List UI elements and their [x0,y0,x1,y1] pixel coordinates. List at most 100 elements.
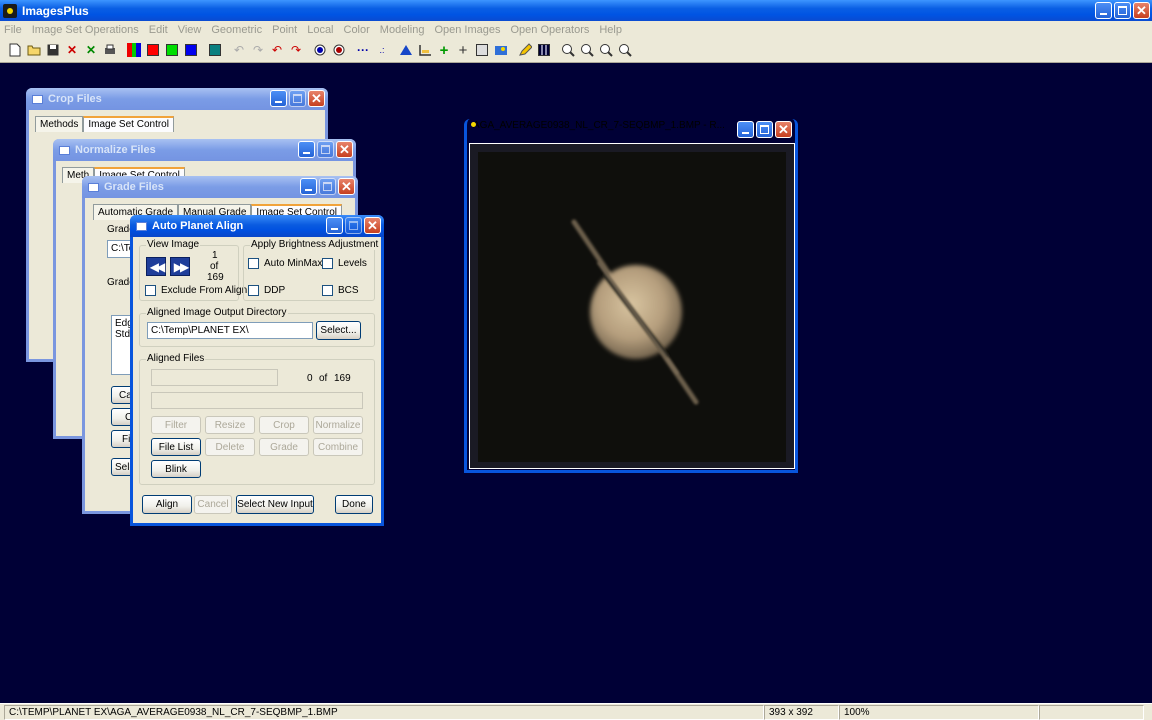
ruler-icon[interactable] [416,41,434,59]
close-button[interactable]: ✕ [338,178,355,195]
cancel-button[interactable]: Cancel [194,495,232,514]
green-channel-icon[interactable] [163,41,181,59]
image-total: 169 [207,272,224,283]
saturn-image [571,219,699,405]
undo-all-icon[interactable]: ↶ [268,41,286,59]
ddp-checkbox[interactable]: DDP [248,285,285,296]
checkbox-box[interactable] [322,258,333,269]
open-folder-icon[interactable] [25,41,43,59]
ellipse-select-icon[interactable] [330,41,348,59]
levels-checkbox[interactable]: Levels [322,258,367,269]
menu-view[interactable]: View [173,24,207,36]
menu-local[interactable]: Local [302,24,338,36]
crosshair-icon[interactable]: + [454,41,472,59]
checkbox-box[interactable] [248,258,259,269]
grade-button[interactable]: Grade [259,438,309,456]
red-channel-icon[interactable] [144,41,162,59]
close-button[interactable]: ✕ [336,141,353,158]
menu-edit[interactable]: Edit [144,24,173,36]
combine-button[interactable]: Combine [313,438,363,456]
menu-help[interactable]: Help [594,24,627,36]
print-icon[interactable] [101,41,119,59]
grid-tool-icon[interactable] [206,41,224,59]
circle-select-icon[interactable] [311,41,329,59]
pencil-icon[interactable] [516,41,534,59]
close-button[interactable]: ✕ [775,121,792,138]
minimize-button[interactable] [1095,2,1112,19]
line-tool-icon[interactable]: ··· [354,41,372,59]
aligned-of-label: of [319,373,328,384]
exclude-from-align-checkbox[interactable]: Exclude From Align [145,285,247,296]
next-image-button[interactable]: ▶▶ [170,257,190,276]
minimize-button[interactable] [737,121,754,138]
done-button[interactable]: Done [335,495,373,514]
menu-open-images[interactable]: Open Images [429,24,505,36]
auto-planet-align-title-bar[interactable]: Auto Planet Align ✕ [130,215,384,237]
minimize-button[interactable] [326,217,343,234]
blink-button[interactable]: Blink [151,460,201,478]
image-window-title-bar[interactable]: AGA_AVERAGE0938_NL_CR_7-SEQBMP_1.BMP - R… [464,119,798,141]
rgb-channels-icon[interactable] [125,41,143,59]
image-canvas[interactable] [478,152,786,462]
minimize-button[interactable] [270,90,287,107]
output-directory-field[interactable]: C:\Temp\PLANET EX\ [147,322,313,339]
tab-methods[interactable]: Methods [35,116,84,132]
normalize-button[interactable]: Normalize [313,416,363,434]
delete-button[interactable]: Delete [205,438,255,456]
checkbox-box[interactable] [145,285,156,296]
crosshair-plus-icon[interactable]: + [435,41,453,59]
crop-files-title-bar[interactable]: Crop Files ✕ [26,88,328,110]
histogram-icon[interactable] [397,41,415,59]
minimize-button[interactable] [300,178,317,195]
normalize-files-title-bar[interactable]: Normalize Files ✕ [53,139,356,161]
select-new-input-button[interactable]: Select New Input [236,495,314,514]
close-button[interactable]: ✕ [364,217,381,234]
info-icon[interactable] [473,41,491,59]
maximize-button [319,178,336,195]
crop-button[interactable]: Crop [259,416,309,434]
grade-files-title-bar[interactable]: Grade Files ✕ [82,176,358,198]
delete-icon[interactable]: ✕ [63,41,81,59]
close-button[interactable]: ✕ [308,90,325,107]
menu-modeling[interactable]: Modeling [375,24,430,36]
maximize-button[interactable] [1114,2,1131,19]
file-list-button[interactable]: File List [151,438,201,456]
blue-channel-icon[interactable] [182,41,200,59]
maximize-icon [760,125,769,134]
close-icon: ✕ [341,179,352,194]
clear-icon[interactable]: ✕ [82,41,100,59]
resize-button[interactable]: Resize [205,416,255,434]
redo-all-icon[interactable]: ↷ [287,41,305,59]
points-tool-icon[interactable]: .: [373,41,391,59]
zoom-fit-icon[interactable] [597,41,615,59]
checkbox-box[interactable] [322,285,333,296]
menu-color[interactable]: Color [339,24,375,36]
new-file-icon[interactable] [6,41,24,59]
painter-icon[interactable] [492,41,510,59]
undo-icon[interactable]: ↶ [230,41,248,59]
menu-geometric[interactable]: Geometric [206,24,267,36]
menu-point[interactable]: Point [267,24,302,36]
app-title-bar[interactable]: ImagesPlus ✕ [0,0,1152,21]
zoom-in-icon[interactable] [559,41,577,59]
close-button[interactable]: ✕ [1133,2,1150,19]
tab-image-set-control[interactable]: Image Set Control [83,116,174,132]
menu-file[interactable]: File [2,24,27,36]
menu-image-set-operations[interactable]: Image Set Operations [27,24,144,36]
menu-open-operators[interactable]: Open Operators [505,24,594,36]
minimize-icon [742,132,749,134]
previous-image-button[interactable]: ◀◀ [146,257,166,276]
checkbox-box[interactable] [248,285,259,296]
bcs-checkbox[interactable]: BCS [322,285,359,296]
zoom-actual-icon[interactable] [616,41,634,59]
zoom-out-icon[interactable] [578,41,596,59]
filter-button[interactable]: Filter [151,416,201,434]
maximize-button[interactable] [756,121,773,138]
auto-minmax-checkbox[interactable]: Auto MinMax [248,258,322,269]
save-icon[interactable] [44,41,62,59]
align-button[interactable]: Align [142,495,192,514]
minimize-button[interactable] [298,141,315,158]
mosaic-icon[interactable] [535,41,553,59]
select-directory-button[interactable]: Select... [316,321,361,340]
redo-icon[interactable]: ↷ [249,41,267,59]
